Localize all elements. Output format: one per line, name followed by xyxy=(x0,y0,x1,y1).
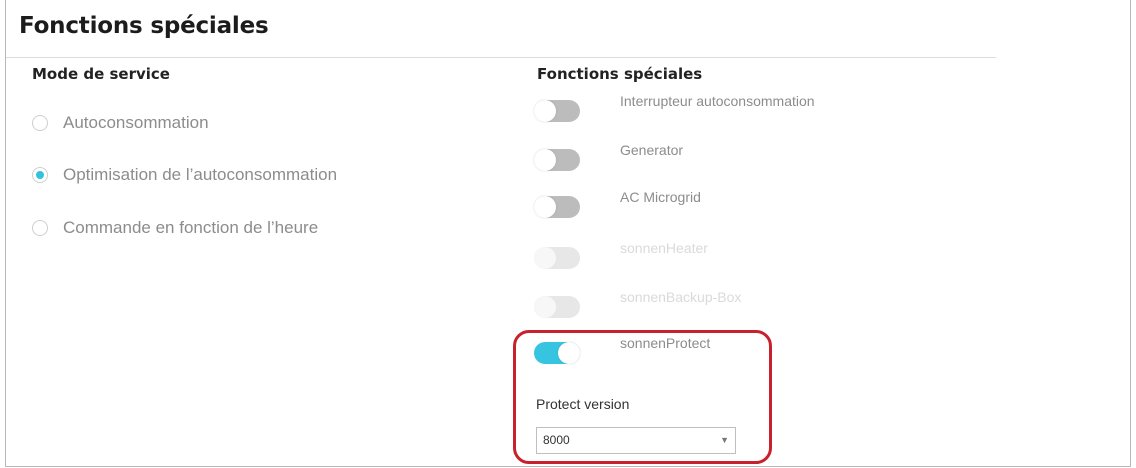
toggle-row-sonnenbackup-box: sonnenBackup-Box xyxy=(534,289,741,318)
select-value: 8000 xyxy=(543,433,570,447)
page-title: Fonctions spéciales xyxy=(19,13,269,39)
radio-label: Commande en fonction de l’heure xyxy=(63,218,319,237)
interrupteur-toggle[interactable] xyxy=(534,100,580,122)
title-divider xyxy=(6,57,996,58)
toggle-label: Generator xyxy=(620,142,684,158)
sonnenheater-toggle xyxy=(534,247,580,269)
toggle-label: sonnenHeater xyxy=(620,240,708,256)
radio-button[interactable] xyxy=(32,220,48,236)
service-mode-heading: Mode de service xyxy=(32,65,170,83)
chevron-down-icon: ▼ xyxy=(720,435,729,445)
radio-button[interactable] xyxy=(32,115,48,131)
ac-microgrid-toggle[interactable] xyxy=(534,196,580,218)
toggle-knob xyxy=(534,196,556,218)
radio-button-checked[interactable] xyxy=(32,167,48,183)
sonnenbackup-box-toggle xyxy=(534,296,580,318)
toggle-knob xyxy=(534,247,556,269)
radio-option-optimisation[interactable]: Optimisation de l’autoconsommation xyxy=(32,165,337,185)
radio-label: Optimisation de l’autoconsommation xyxy=(63,165,338,184)
generator-toggle[interactable] xyxy=(534,149,580,171)
radio-option-commande-heure[interactable]: Commande en fonction de l’heure xyxy=(32,218,318,238)
special-functions-heading: Fonctions spéciales xyxy=(537,65,703,83)
protect-version-select[interactable]: 8000 ▼ xyxy=(536,427,736,454)
toggle-row-interrupteur: Interrupteur autoconsommation xyxy=(534,93,815,122)
toggle-row-generator: Generator xyxy=(534,142,683,171)
toggle-label: Interrupteur autoconsommation xyxy=(620,93,815,109)
radio-option-autoconsommation[interactable]: Autoconsommation xyxy=(32,113,209,133)
protect-version-label: Protect version xyxy=(536,396,630,412)
toggle-knob xyxy=(534,100,556,122)
toggle-row-ac-microgrid: AC Microgrid xyxy=(534,189,701,218)
toggle-knob xyxy=(534,296,556,318)
toggle-label: sonnenBackup-Box xyxy=(620,289,742,305)
toggle-label: AC Microgrid xyxy=(620,189,701,205)
radio-label: Autoconsommation xyxy=(63,113,209,132)
toggle-row-sonnenheater: sonnenHeater xyxy=(534,240,708,269)
toggle-knob xyxy=(534,149,556,171)
